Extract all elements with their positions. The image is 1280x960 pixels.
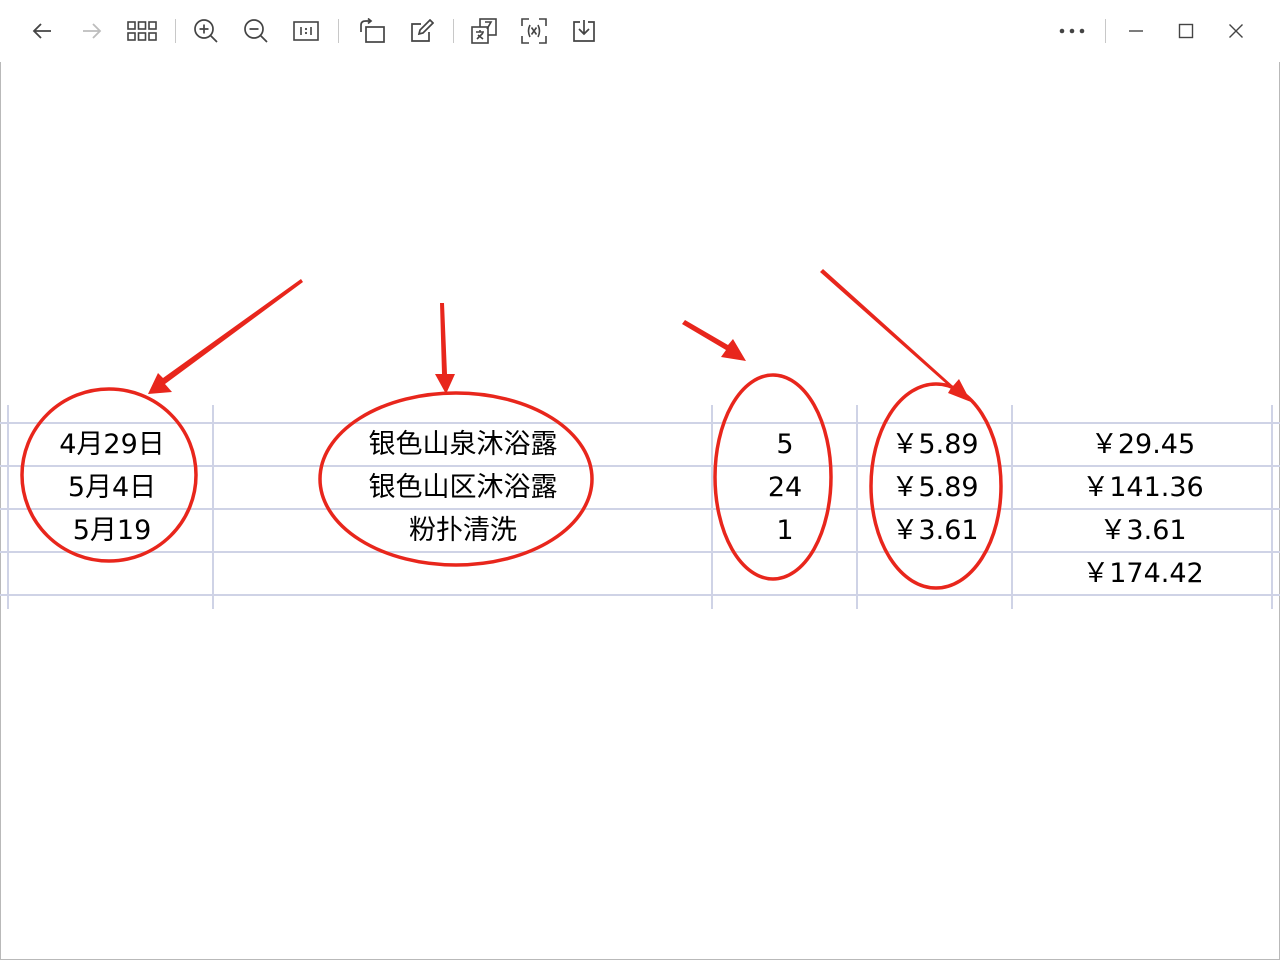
grid-line [212,405,214,609]
zoom-out-icon [244,19,268,43]
cell-date: 5月19 [72,515,152,546]
grid-line [1011,405,1013,609]
text-scan-icon [521,18,547,44]
arrow-right-icon [83,23,102,39]
toolbar-separator [453,19,454,43]
cell-total: ￥3.61 [1099,515,1187,546]
actual-size-icon [293,21,319,41]
zoom-in-button[interactable] [186,11,226,51]
zoom-out-button[interactable] [236,11,276,51]
cell-item: 银色山区沐浴露 [368,472,558,503]
grid-line [711,405,713,609]
grid-icon [127,21,157,41]
close-icon [1229,24,1243,38]
maximize-button[interactable] [1166,11,1206,51]
cell-date: 4月29日 [59,429,165,460]
cell-total: ￥141.36 [1082,472,1204,503]
translate-icon [471,18,497,44]
cell-qty: 5 [776,429,794,460]
cell-qty: 24 [767,472,803,503]
grid-line [856,405,858,609]
edit-button[interactable] [402,11,442,51]
cell-qty: 1 [776,515,794,546]
cell-price: ￥5.89 [891,429,979,460]
more-dots-icon [1059,28,1085,34]
grid-view-button[interactable] [122,11,162,51]
close-button[interactable] [1216,11,1256,51]
forward-button[interactable] [72,11,112,51]
cell-total: ￥29.45 [1090,429,1196,460]
extract-text-button[interactable] [514,11,554,51]
rotate-icon [360,18,385,43]
back-button[interactable] [22,11,62,51]
rotate-button[interactable] [352,11,392,51]
grid-line [1271,405,1273,609]
maximize-icon [1178,23,1194,39]
zoom-in-icon [194,19,218,43]
cell-date: 5月4日 [67,472,157,503]
minimize-icon [1129,30,1143,32]
translate-button[interactable] [464,11,504,51]
download-icon [573,20,595,42]
cell-grand-total: ￥174.42 [1082,558,1204,589]
edit-icon [411,19,434,42]
toolbar-separator [175,19,176,43]
grid-line [7,405,9,609]
cell-item: 银色山泉沐浴露 [368,429,558,460]
cell-price: ￥5.89 [891,472,979,503]
save-button[interactable] [564,11,604,51]
arrow-left-icon [32,23,51,39]
minimize-button[interactable] [1116,11,1156,51]
toolbar [0,0,1280,62]
actual-size-button[interactable] [286,11,326,51]
cell-price: ￥3.61 [891,515,979,546]
more-button[interactable] [1052,11,1092,51]
cell-item: 粉扑清洗 [409,515,517,546]
toolbar-separator [338,19,339,43]
toolbar-separator [1105,19,1106,43]
